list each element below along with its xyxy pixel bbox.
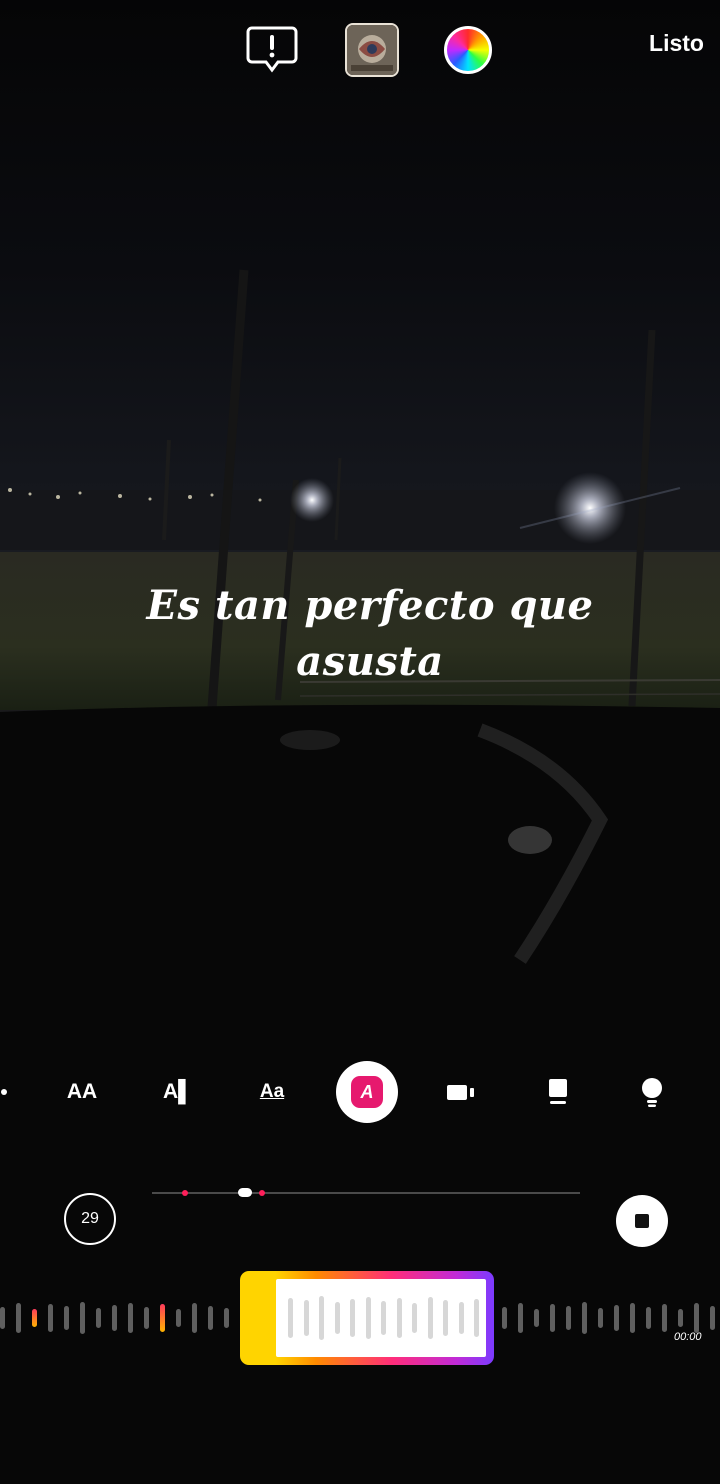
card-icon — [549, 1079, 567, 1104]
tool-underline[interactable]: Aa — [240, 1060, 304, 1124]
caption-text[interactable]: Es tan perfecto que asusta — [100, 578, 640, 690]
waveform-bar — [518, 1303, 523, 1333]
waveform-bar — [96, 1308, 101, 1328]
partial-tool-icon — [1, 1089, 7, 1095]
exclamation-bubble-icon — [246, 26, 298, 73]
waveform-bar — [334, 1302, 340, 1334]
waveform-bar — [144, 1307, 149, 1329]
waveform-bar — [128, 1303, 133, 1333]
tool-card[interactable] — [526, 1060, 590, 1124]
waveform-bar — [566, 1306, 571, 1330]
waveform-bar — [0, 1307, 5, 1329]
timeline-track[interactable] — [152, 1188, 580, 1197]
waveform-bar — [365, 1297, 371, 1339]
waveform-bar — [48, 1304, 53, 1332]
audio-waveform-left[interactable] — [0, 1295, 240, 1341]
waveform-bar — [319, 1296, 324, 1340]
timeline-marker — [259, 1190, 265, 1196]
waveform-bar — [80, 1302, 85, 1334]
night-field-photo — [0, 0, 720, 1484]
waveform-bar — [32, 1309, 37, 1327]
waveform-bar — [630, 1303, 635, 1333]
sticker-thumbnail — [347, 25, 397, 75]
waveform-bar — [224, 1308, 229, 1328]
stop-button[interactable] — [616, 1195, 668, 1247]
waveform-bar — [208, 1306, 213, 1330]
caption-line-1: Es tan perfecto que — [146, 582, 594, 629]
timeline-handle[interactable] — [238, 1188, 252, 1197]
tool-camera[interactable] — [430, 1060, 494, 1124]
waveform-bar — [427, 1297, 433, 1339]
tool-font-size[interactable]: AA — [50, 1060, 114, 1124]
waveform-bar — [502, 1307, 507, 1329]
tool-lightbulb[interactable] — [620, 1060, 684, 1124]
waveform-bar — [396, 1298, 402, 1338]
camera-icon — [447, 1085, 474, 1100]
text-style-toolbar: AA A▌ Aa A — [0, 1060, 720, 1124]
done-button[interactable]: Listo — [649, 30, 704, 57]
waveform-bar — [288, 1298, 293, 1338]
waveform-bar — [710, 1306, 715, 1330]
color-picker-button[interactable] — [444, 26, 492, 74]
audio-time-label: 00:00 — [674, 1331, 702, 1343]
waveform-bar — [160, 1304, 165, 1332]
caption-line-2: asusta — [296, 638, 444, 685]
waveform-bar — [64, 1306, 69, 1330]
waveform-bar — [443, 1300, 448, 1336]
waveform-bar — [474, 1299, 479, 1337]
report-button[interactable] — [246, 24, 298, 74]
waveform-bar — [614, 1305, 619, 1331]
waveform-bar — [550, 1304, 555, 1332]
text-effect-a-icon: A — [351, 1076, 383, 1108]
tool-text-effect-selected[interactable]: A — [336, 1061, 398, 1123]
waveform-bar — [303, 1300, 309, 1336]
tool-text-background[interactable]: A▌ — [146, 1060, 210, 1124]
waveform-bar — [582, 1302, 587, 1334]
timeline-marker — [182, 1190, 188, 1196]
waveform-bar — [458, 1302, 464, 1334]
waveform-bar — [192, 1303, 197, 1333]
waveform-bar — [112, 1305, 117, 1331]
waveform-bar — [694, 1303, 699, 1333]
audio-clip-window — [276, 1279, 486, 1357]
font-size-icon: AA — [66, 1080, 98, 1103]
waveform-bar — [646, 1307, 651, 1329]
waveform-bar — [534, 1309, 539, 1327]
waveform-bar — [16, 1303, 21, 1333]
audio-clip-selector[interactable] — [240, 1271, 494, 1365]
waveform-bar — [662, 1304, 667, 1332]
waveform-bar — [350, 1299, 355, 1337]
waveform-bar — [598, 1308, 603, 1328]
underline-text-icon: Aa — [259, 1081, 285, 1102]
waveform-bar — [678, 1309, 683, 1327]
clip-count-button[interactable]: 29 — [64, 1193, 116, 1245]
waveform-bar — [381, 1301, 386, 1335]
lightbulb-icon — [642, 1078, 662, 1107]
tool-partial-left[interactable] — [0, 1060, 34, 1124]
text-background-icon: A▌ — [162, 1080, 194, 1103]
waveform-bar — [412, 1303, 417, 1333]
sticker-thumbnail-button[interactable] — [345, 23, 399, 77]
stop-icon — [635, 1214, 649, 1228]
waveform-bar — [176, 1309, 181, 1327]
